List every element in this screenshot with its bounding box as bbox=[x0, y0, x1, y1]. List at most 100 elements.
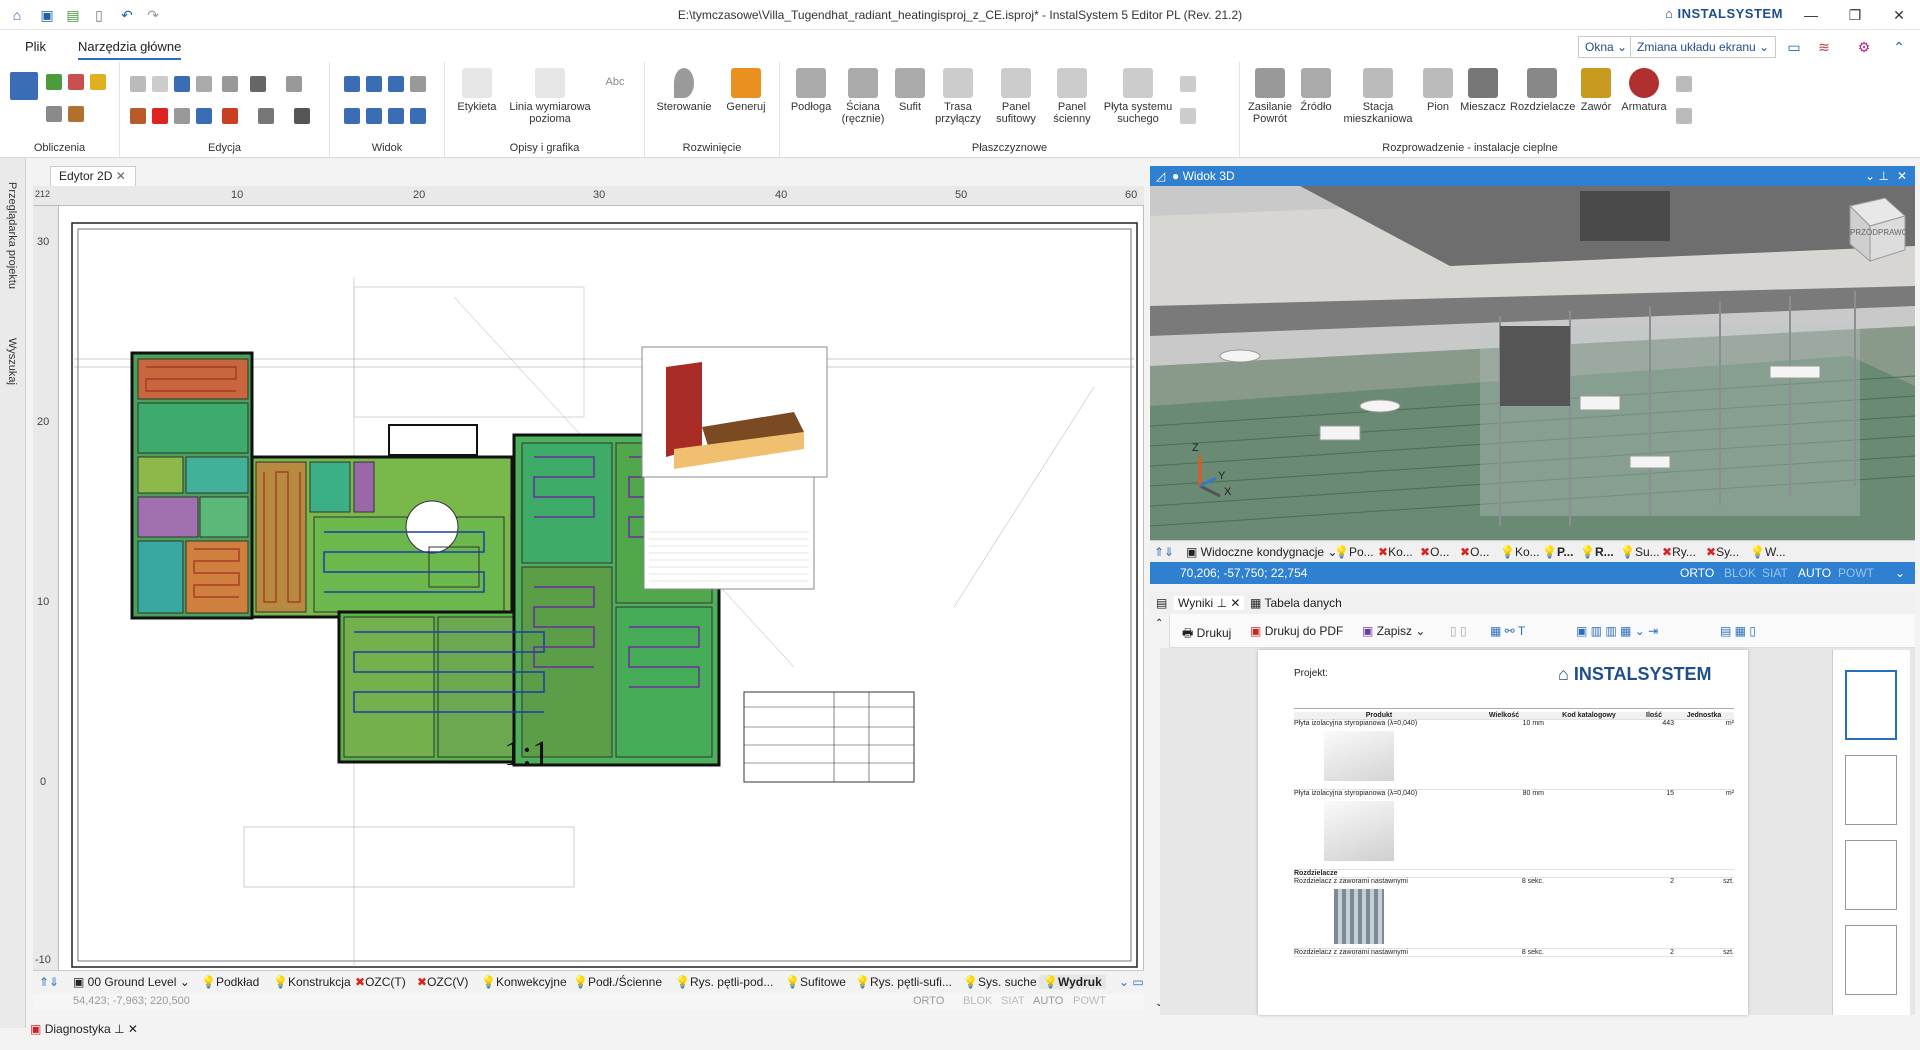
layer-item[interactable]: 💡P... bbox=[1542, 545, 1573, 559]
print-pdf-button[interactable]: ▣ Drukuj do PDF bbox=[1250, 624, 1343, 638]
join-icon[interactable] bbox=[196, 108, 212, 124]
layers-icon[interactable]: ≋ bbox=[1815, 38, 1833, 56]
save-button[interactable]: ▣ Zapisz ⌄ bbox=[1362, 624, 1425, 638]
page-view-icons[interactable]: ▤ ▦ ▯ bbox=[1720, 624, 1756, 638]
extra-distribution-icon[interactable] bbox=[1676, 76, 1692, 92]
okna-dropdown[interactable]: Okna ⌄ bbox=[1578, 36, 1635, 58]
view-mode-icon[interactable]: ▦ ⚯ T bbox=[1490, 624, 1525, 638]
align-icon[interactable] bbox=[222, 76, 238, 92]
layer-item[interactable]: ✖O... bbox=[1420, 545, 1449, 559]
zoom-in-icon[interactable] bbox=[344, 76, 360, 92]
tab-narzedzia-glowne[interactable]: Narzędzia główne bbox=[78, 39, 182, 60]
calc-icon[interactable] bbox=[10, 72, 38, 100]
layer-item[interactable]: ✖O... bbox=[1460, 545, 1489, 559]
cut-icon[interactable] bbox=[130, 108, 146, 124]
group-icon[interactable] bbox=[258, 108, 274, 124]
pin-icon[interactable]: ⊥ bbox=[1879, 166, 1889, 186]
thumbnail-page-3[interactable] bbox=[1845, 840, 1897, 910]
loops-icon[interactable] bbox=[68, 74, 84, 90]
pan-icon[interactable] bbox=[344, 108, 360, 124]
extra-panel2-icon[interactable] bbox=[1180, 108, 1196, 124]
view3d-menu-icon[interactable]: ⌄ bbox=[1865, 166, 1875, 186]
search-tab[interactable]: Wyszukaj bbox=[6, 338, 18, 385]
layer-sys-suche[interactable]: 💡Sys. suche bbox=[963, 975, 1037, 989]
generuj-button[interactable]: Generuj bbox=[721, 68, 771, 113]
level-dropdown[interactable]: ▣ 00 Ground Level ⌄ bbox=[73, 975, 190, 989]
close-icon[interactable]: ✕ bbox=[128, 1022, 138, 1036]
rozdzielacze-button[interactable]: Rozdzielacze bbox=[1510, 68, 1575, 113]
project-browser-tab[interactable]: Przeglądarka projektu bbox=[6, 182, 18, 289]
report-icon[interactable] bbox=[46, 106, 62, 122]
heat-icon[interactable] bbox=[90, 74, 106, 90]
layout-icons[interactable]: ▣ ▥ ▥ ▦ ⌄ ⇥ bbox=[1576, 624, 1658, 638]
delete-icon[interactable] bbox=[152, 108, 168, 124]
status-siat[interactable]: SIAT bbox=[1001, 995, 1025, 1007]
layer-wydruk[interactable]: 💡Wydruk bbox=[1039, 975, 1106, 989]
cube-right-label[interactable]: PRAWO bbox=[1878, 228, 1908, 237]
minimize-button[interactable]: — bbox=[1796, 4, 1826, 26]
select-icon[interactable] bbox=[294, 108, 310, 124]
layer-sufitowe[interactable]: 💡Sufitowe bbox=[785, 975, 846, 989]
move-icon[interactable] bbox=[286, 76, 302, 92]
panel-sufitowy-button[interactable]: Panel sufitowy bbox=[988, 68, 1044, 125]
doc-icon[interactable]: ▯ ▯ bbox=[1450, 624, 1467, 638]
mieszacz-button[interactable]: Mieszacz bbox=[1458, 68, 1508, 113]
zoom-extents-icon[interactable] bbox=[410, 76, 426, 92]
plyta-systemu-suchego-button[interactable]: Płyta systemu suchego bbox=[1100, 68, 1176, 125]
scroll-up-icon[interactable]: ⌃ bbox=[1155, 618, 1163, 629]
zoom-prev-icon[interactable] bbox=[366, 108, 382, 124]
rotate-icon[interactable] bbox=[174, 108, 190, 124]
extra-distribution2-icon[interactable] bbox=[1676, 108, 1692, 124]
etykieta-button[interactable]: Etykieta bbox=[455, 68, 499, 113]
zawor-button[interactable]: Zawór bbox=[1576, 68, 1616, 113]
chevron-down-icon[interactable]: ⌄ bbox=[1895, 562, 1905, 584]
visible-floors-dropdown[interactable]: ▣ Widoczne kondygnacje ⌄ bbox=[1186, 545, 1337, 559]
tab-tabela-danych[interactable]: ▦ Tabela danych bbox=[1250, 596, 1342, 610]
cube-front-label[interactable]: PRZÓD bbox=[1850, 228, 1878, 237]
status-powt[interactable]: POWT bbox=[1838, 562, 1874, 584]
layer-item[interactable]: ✖Sy... bbox=[1706, 545, 1739, 559]
layer-rys-petli-sufi[interactable]: 💡Rys. pętli-sufi... bbox=[855, 975, 952, 989]
tab-wyniki[interactable]: Wyniki ⊥ ✕ bbox=[1174, 596, 1245, 610]
close-icon[interactable]: ✕ bbox=[1897, 166, 1907, 186]
export-icon[interactable] bbox=[68, 106, 84, 122]
layer-ozc-t[interactable]: ✖OZC(T) bbox=[355, 975, 406, 989]
zasilanie-powrot-button[interactable]: Zasilanie Powrót bbox=[1246, 68, 1294, 125]
thumbnail-page-4[interactable] bbox=[1845, 925, 1897, 995]
zrodlo-button[interactable]: Źródło bbox=[1296, 68, 1336, 113]
extra-panel-icon[interactable] bbox=[1180, 76, 1196, 92]
close-icon[interactable]: ✕ bbox=[116, 169, 126, 183]
layer-item[interactable]: ✖Ko... bbox=[1378, 545, 1413, 559]
thumbnail-page-1[interactable] bbox=[1845, 670, 1897, 740]
monitor-small-icon[interactable]: ⌄ ▭ bbox=[1119, 975, 1144, 989]
monitor-icon[interactable]: ▭ bbox=[1785, 38, 1803, 56]
sufit-button[interactable]: Sufit bbox=[892, 68, 928, 113]
status-orto[interactable]: ORTO bbox=[913, 995, 944, 1007]
print-button[interactable]: 🖶 Drukuj bbox=[1182, 624, 1231, 645]
layer-item[interactable]: 💡R... bbox=[1580, 545, 1614, 559]
tab-editor-2d[interactable]: Edytor 2D ✕ bbox=[50, 166, 136, 186]
layer-konwekcyjne[interactable]: 💡Konwekcyjne bbox=[481, 975, 567, 989]
snap-icon[interactable] bbox=[250, 76, 266, 92]
layer-item[interactable]: 💡W... bbox=[1750, 545, 1786, 559]
layer-konstrukcja[interactable]: 💡Konstrukcja bbox=[273, 975, 351, 989]
sciana-button[interactable]: Ściana (ręcznie) bbox=[838, 68, 888, 125]
maximize-button[interactable]: ❐ bbox=[1840, 4, 1870, 26]
diagnostics-tab[interactable]: ▣ Diagnostyka ⊥ ✕ bbox=[30, 1022, 150, 1042]
collapse-ribbon-icon[interactable]: ⌃ bbox=[1890, 38, 1908, 56]
level-arrows-icon[interactable]: ⇑⇓ bbox=[1154, 545, 1174, 559]
layer-item[interactable]: ✖Ry... bbox=[1662, 545, 1696, 559]
view-3d-canvas[interactable]: PRZÓD PRAWO Z Y X bbox=[1150, 186, 1915, 540]
pion-button[interactable]: Pion bbox=[1420, 68, 1456, 113]
status-blok[interactable]: BLOK bbox=[963, 995, 992, 1007]
paste-icon[interactable] bbox=[152, 76, 168, 92]
refresh-icon[interactable] bbox=[410, 108, 426, 124]
editor-2d-canvas[interactable]: 1:1 bbox=[33, 186, 1144, 986]
layout-dropdown[interactable]: Zmiana układu ekranu ⌄ bbox=[1630, 36, 1777, 58]
pin-icon[interactable]: ⊥ bbox=[114, 1022, 124, 1036]
arrow-up-icon[interactable]: ⇑⇓ bbox=[39, 975, 59, 989]
layer-podl-scienne[interactable]: 💡Podł./Ścienne bbox=[573, 975, 662, 989]
dimension-icon[interactable] bbox=[222, 108, 238, 124]
close-button[interactable]: ✕ bbox=[1884, 4, 1914, 26]
zoom-all-icon[interactable] bbox=[388, 108, 404, 124]
